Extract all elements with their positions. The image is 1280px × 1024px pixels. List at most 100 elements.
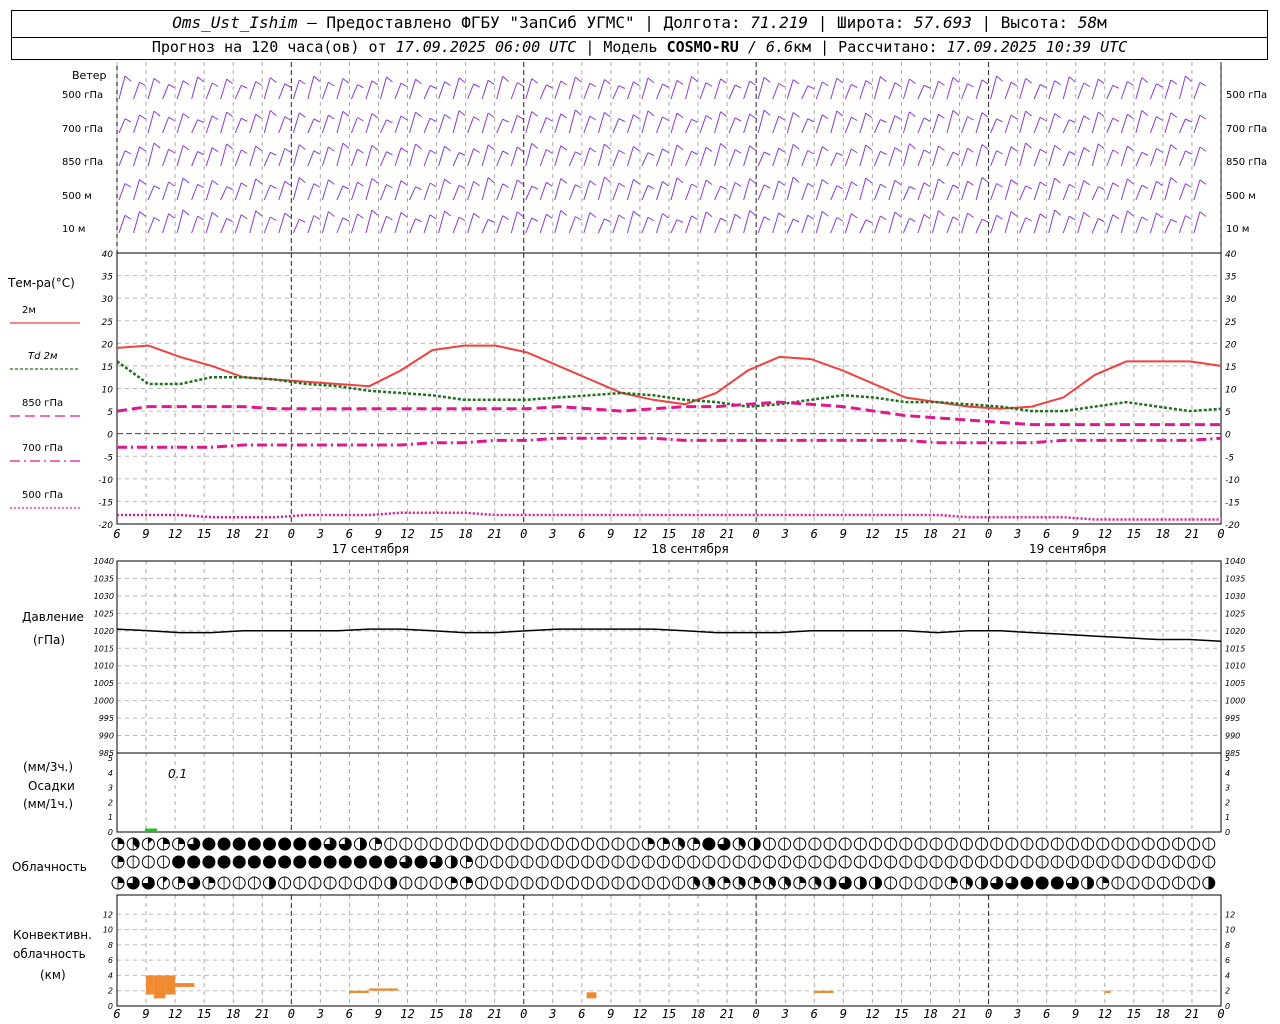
wind-barb <box>1062 215 1070 234</box>
wind-barb-flag <box>778 212 785 218</box>
wind-barb <box>801 118 809 134</box>
wind-barb <box>583 180 591 201</box>
wind-barb <box>1077 212 1085 234</box>
wind-barb <box>859 80 867 100</box>
wind-barb <box>452 110 460 134</box>
wind-barb-flag <box>313 118 321 123</box>
conv-block <box>153 975 166 999</box>
wind-barb <box>321 82 329 100</box>
temp-tick-left: 25 <box>102 318 114 328</box>
wind-barb-flag <box>807 118 814 123</box>
wind-level-label: 500 м <box>62 191 92 202</box>
wind-barb <box>670 219 678 234</box>
wind-barb-flag <box>880 76 887 83</box>
conv-hour-label: 18 <box>691 1007 705 1021</box>
temp-legend-label: 700 гПа <box>22 443 63 454</box>
wind-barb-flag <box>749 210 756 217</box>
precip-tick-left: 5 <box>108 754 113 763</box>
wind-barb-flag <box>1010 146 1018 152</box>
conv-hour-label: 9 <box>607 1007 614 1021</box>
wind-barb <box>539 182 547 201</box>
wind-barb-flag <box>836 77 844 84</box>
wind-barb-flag <box>487 79 495 85</box>
wind-barb <box>423 149 431 167</box>
temp-tick-right: 20 <box>1225 340 1237 350</box>
wind-level-label: 700 гПа <box>62 124 103 135</box>
wind-barb <box>147 185 155 201</box>
wind-barb-flag <box>662 213 669 219</box>
wind-barb <box>249 114 257 134</box>
wind-barb-flag <box>778 180 785 186</box>
wind-barb-flag <box>1199 179 1207 185</box>
wind-level-label-right: 850 гПа <box>1226 157 1267 168</box>
wind-barb <box>176 145 184 167</box>
wind-barb <box>1091 218 1099 234</box>
temp-hour-label: 12 <box>168 527 182 541</box>
precip-tick-right: 4 <box>1225 769 1230 778</box>
temp-hour-label: 15 <box>1127 527 1141 541</box>
wind-barb <box>292 219 300 234</box>
wind-barb-flag <box>836 152 844 157</box>
wind-barb-flag <box>342 78 350 84</box>
wind-barb <box>626 146 634 167</box>
wind-barb-flag <box>473 148 480 153</box>
wind-barb-flag <box>124 118 132 123</box>
wind-barb <box>336 78 344 100</box>
wind-barb <box>1164 219 1172 234</box>
wind-barb-flag <box>952 184 960 189</box>
wind-barb-flag <box>182 80 190 86</box>
wind-barb <box>597 218 605 234</box>
wind-barb-flag <box>1039 181 1047 187</box>
wind-barb <box>278 116 286 134</box>
wind-barb <box>1164 177 1172 201</box>
wind-barb-flag <box>197 76 204 83</box>
cloud-fill <box>390 877 397 889</box>
wind-barb <box>525 78 533 100</box>
wind-barb-flag <box>255 145 263 152</box>
wind-barb-flag <box>1083 211 1091 218</box>
wind-barb-flag <box>734 84 742 89</box>
wind-barb <box>844 116 852 134</box>
wind-barb-flag <box>560 209 568 216</box>
wind-barb-flag <box>1039 148 1047 154</box>
wind-barb <box>496 183 504 201</box>
wind-barb <box>714 111 722 134</box>
wind-barb-flag <box>1127 145 1134 152</box>
wind-barb <box>525 185 533 201</box>
wind-barb <box>772 116 780 134</box>
wind-barb-flag <box>575 151 582 156</box>
wind-barb <box>1019 185 1027 201</box>
wind-barb <box>510 147 518 167</box>
wind-barb <box>249 146 257 167</box>
temp-legend-label: 500 гПа <box>22 490 63 501</box>
wind-barb <box>641 185 649 201</box>
temp-tick-left: 15 <box>102 363 114 373</box>
wind-barb <box>641 152 649 167</box>
wind-barb-flag <box>270 151 277 156</box>
wind-barb <box>743 81 751 100</box>
wind-barb-flag <box>240 214 248 220</box>
wind-barb-flag <box>763 76 771 83</box>
wind-barb-flag <box>240 117 248 122</box>
wind-barb <box>481 112 489 134</box>
wind-barb <box>699 211 707 234</box>
wind-barb-flag <box>633 81 640 87</box>
wind-barb-flag <box>400 180 408 186</box>
wind-barb <box>597 176 605 201</box>
wind-barb-flag <box>255 81 263 86</box>
wind-barb <box>1033 84 1041 100</box>
temp-hour-label: 18 <box>458 527 472 541</box>
conv-hour-label: 12 <box>865 1007 879 1021</box>
wind-barb <box>873 215 881 234</box>
temp-hour-label: 21 <box>255 527 269 541</box>
wind-barb <box>714 143 722 167</box>
wind-barb <box>612 182 620 201</box>
wind-barb-flag <box>415 186 422 191</box>
temp-tick-right: 5 <box>1225 408 1231 418</box>
wind-barb <box>714 78 722 100</box>
temp-hour-label: 21 <box>952 527 966 541</box>
temp-hour-label: 3 <box>781 527 789 541</box>
wind-barb-flag <box>124 183 132 188</box>
wind-barb-flag <box>1185 183 1192 188</box>
temp-hour-label: 15 <box>197 527 211 541</box>
